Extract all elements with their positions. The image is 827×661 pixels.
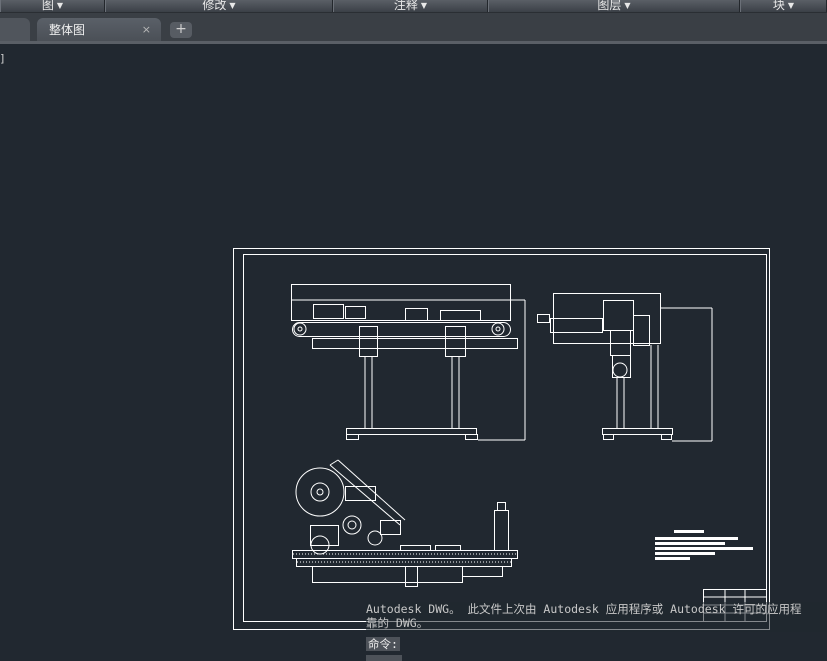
side-view <box>537 293 713 442</box>
technical-notes <box>655 530 753 560</box>
command-history-line: Autodesk DWG。 此文件上次由 Autodesk 应用程序或 Auto… <box>366 602 802 616</box>
command-history: Autodesk DWG。 此文件上次由 Autodesk 应用程序或 Auto… <box>366 602 827 632</box>
plan-view <box>292 459 518 587</box>
command-input[interactable] <box>366 655 402 661</box>
front-view <box>291 284 526 441</box>
command-history-line: 靠的 DWG。 <box>366 616 429 630</box>
drawing-canvas[interactable] <box>0 0 827 660</box>
command-prompt: 命令: <box>366 637 400 651</box>
